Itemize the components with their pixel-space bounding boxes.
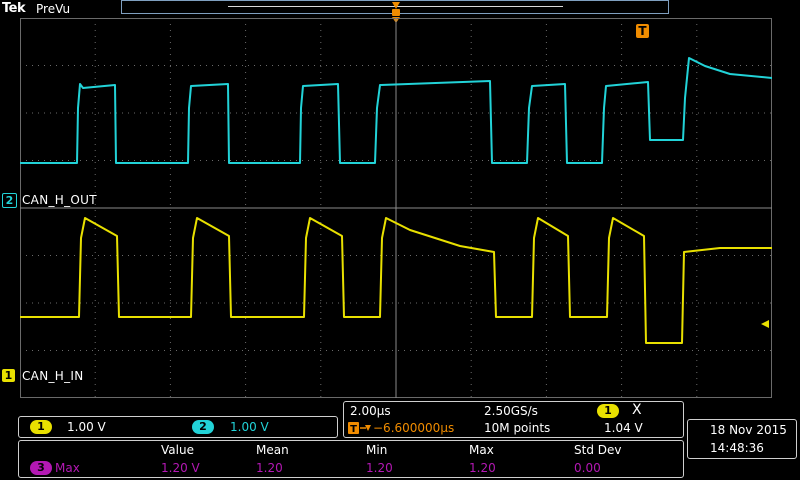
- measurement-header-stddev: Std Dev: [574, 443, 622, 457]
- trigger-slope-icon: Χ: [632, 402, 642, 418]
- ch2-scale-icon: 2: [192, 420, 214, 434]
- horizontal-position: −6.600000µs: [373, 421, 455, 435]
- ch1-scale: 1.00 V: [67, 420, 106, 434]
- brand-logo: Tek: [2, 1, 26, 16]
- top-status-bar: Tek PreVu: [0, 0, 800, 23]
- sample-rate: 2.50GS/s: [484, 404, 538, 418]
- ch1-scale-icon: 1: [30, 420, 52, 434]
- trigger-marker-label: T: [638, 24, 647, 38]
- measurement-value: 1.20 V: [161, 461, 200, 475]
- measurement-max: 1.20: [469, 461, 496, 475]
- timebase: 2.00µs: [350, 404, 391, 418]
- measurement-panel[interactable]: Value Mean Min Max Std Dev 3 Max 1.20 V …: [18, 440, 684, 478]
- measurement-mean: 1.20: [256, 461, 283, 475]
- ch2-marker-icon: 2: [2, 193, 17, 208]
- date: 18 Nov 2015: [710, 423, 787, 437]
- measurement-min: 1.20: [366, 461, 393, 475]
- svg-text:T: T: [350, 424, 357, 434]
- measurement-header-max: Max: [469, 443, 494, 457]
- acquisition-mode: PreVu: [36, 2, 71, 16]
- datetime-panel[interactable]: 18 Nov 2015 14:48:36: [687, 419, 797, 459]
- trigger-level: 1.04 V: [604, 421, 643, 435]
- measurement-stddev: 0.00: [574, 461, 601, 475]
- measurement-header-min: Min: [366, 443, 388, 457]
- record-length: 10M points: [484, 421, 551, 435]
- measurement-header-mean: Mean: [256, 443, 289, 457]
- trigger-delay-icon: T: [348, 422, 371, 434]
- horizontal-trigger-panel[interactable]: 2.00µs 2.50GS/s 1 Χ T −6.600000µs 10M po…: [343, 401, 684, 438]
- ch2-label: CAN_H_OUT: [22, 193, 97, 207]
- ch2-scale: 1.00 V: [230, 420, 269, 434]
- measurement-header-value: Value: [161, 443, 194, 457]
- ch1-marker-icon: 1: [2, 369, 15, 382]
- math-source-icon: 3: [30, 461, 52, 475]
- vertical-scale-panel[interactable]: 1 1.00 V 2 1.00 V: [18, 416, 338, 438]
- trigger-marker-icon: T: [636, 24, 649, 38]
- waveform-graticule[interactable]: [20, 18, 772, 398]
- measurement-name: Max: [55, 461, 80, 475]
- ch1-label: CAN_H_IN: [22, 369, 84, 383]
- trigger-source-icon: 1: [597, 404, 619, 418]
- trigger-level-icon[interactable]: [760, 319, 770, 329]
- time: 14:48:36: [710, 441, 764, 455]
